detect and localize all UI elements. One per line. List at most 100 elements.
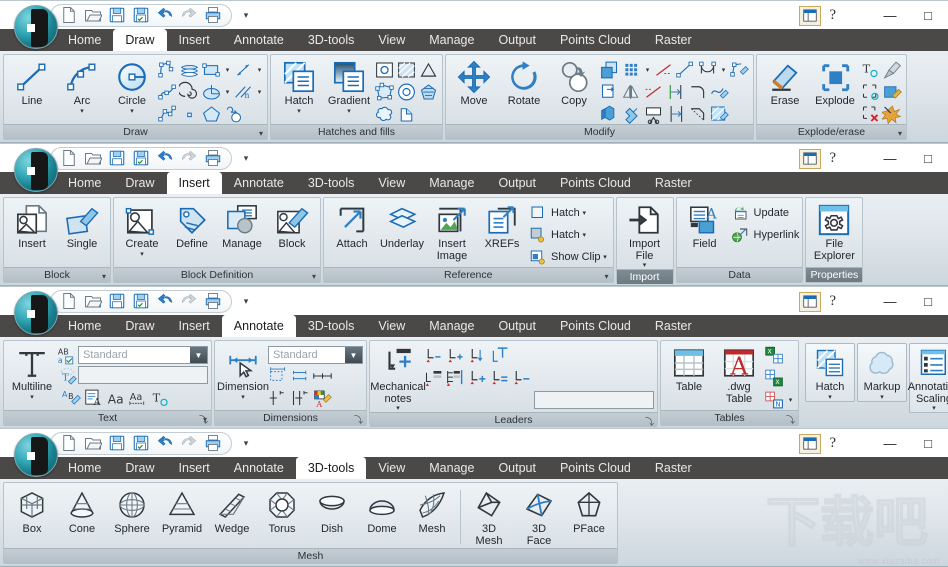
array-icon[interactable]	[621, 59, 642, 80]
style-combobox[interactable]: Standard ▼	[268, 346, 363, 364]
leader-collect-icon[interactable]	[445, 367, 466, 388]
ribbon-button-cone[interactable]: Cone	[57, 486, 107, 536]
chamfer-icon[interactable]	[687, 103, 708, 124]
ribbon-button-field[interactable]: A Field	[680, 201, 730, 251]
baseline-dimension-icon[interactable]	[290, 365, 311, 386]
workspace-icon[interactable]	[799, 433, 822, 454]
purge-icon[interactable]	[882, 59, 903, 80]
chevron-down-icon[interactable]: ▾	[255, 66, 264, 74]
print-icon[interactable]	[201, 5, 225, 26]
new-icon[interactable]	[57, 433, 81, 454]
scale-icon[interactable]	[599, 59, 620, 80]
maximize-button[interactable]: □	[908, 151, 948, 166]
dimension-style-icon[interactable]: A	[312, 387, 333, 408]
tab-view[interactable]: View	[366, 457, 417, 479]
chevron-down-icon[interactable]: ▾	[786, 396, 795, 404]
chevron-down-icon[interactable]: ▾	[102, 269, 106, 284]
style-combobox[interactable]: Standard ▼	[78, 346, 208, 364]
help-button[interactable]: ?	[829, 150, 836, 167]
ribbon-button-pface[interactable]: PFace	[564, 486, 614, 536]
ribbon-button-dish[interactable]: Dish	[307, 486, 357, 536]
lengthen-icon[interactable]	[665, 81, 686, 102]
tab-points-cloud[interactable]: Points Cloud	[548, 315, 643, 337]
chevron-down-icon[interactable]: ▾	[580, 209, 589, 217]
ribbon-button-create[interactable]: Create ▾	[117, 201, 167, 258]
app-logo-icon[interactable]	[14, 148, 58, 192]
tab-3d-tools[interactable]: 3D-tools	[296, 29, 367, 51]
justify-text-icon[interactable]: Aa	[128, 387, 149, 408]
app-logo-icon[interactable]	[14, 433, 58, 477]
tab-view[interactable]: View	[366, 315, 417, 337]
tab-home[interactable]: Home	[56, 315, 113, 337]
ribbon-button-mechanical-notes[interactable]: Mechanical notes ▾	[370, 344, 426, 412]
revision-cloud-icon[interactable]	[223, 103, 244, 124]
tab-points-cloud[interactable]: Points Cloud	[548, 29, 643, 51]
chevron-down-icon[interactable]: ▾	[30, 394, 34, 401]
continue-dimension-icon[interactable]	[312, 365, 333, 386]
labelled-icon-row[interactable]: Hatch ▾	[527, 202, 610, 223]
tab-manage[interactable]: Manage	[417, 315, 486, 337]
ribbon-button-insert-image[interactable]: Insert Image	[427, 201, 477, 262]
chevron-down-icon[interactable]: ▾	[580, 231, 589, 239]
chevron-down-icon[interactable]: ▾	[140, 251, 144, 258]
maximize-button[interactable]: □	[908, 294, 948, 309]
workspace-icon[interactable]	[799, 5, 822, 26]
ribbon-button-wedge[interactable]: Wedge	[207, 486, 257, 536]
workspace-icon[interactable]	[799, 291, 822, 312]
chevron-down-icon[interactable]: ▾	[255, 88, 264, 96]
save-as-icon[interactable]	[129, 291, 153, 312]
chevron-down-icon[interactable]: ▾	[223, 88, 232, 96]
spline-icon[interactable]	[157, 81, 178, 102]
quick-access-overflow-icon[interactable]: ▾	[238, 5, 254, 26]
tab-raster[interactable]: Raster	[643, 457, 704, 479]
extend-icon[interactable]	[643, 81, 664, 102]
spiral-icon[interactable]	[179, 81, 200, 102]
triangle-fill-icon[interactable]	[418, 59, 439, 80]
chevron-down-icon[interactable]: ▾	[719, 66, 728, 74]
chevron-down-icon[interactable]: ▾	[297, 108, 301, 115]
tab-points-cloud[interactable]: Points Cloud	[548, 457, 643, 479]
leader-plus-icon[interactable]	[467, 367, 488, 388]
tab-annotate[interactable]: Annotate	[222, 457, 296, 479]
open-icon[interactable]	[81, 433, 105, 454]
labelled-icon-row[interactable]: Update	[730, 202, 800, 223]
polyline-icon[interactable]	[157, 59, 178, 80]
ribbon-button-sphere[interactable]: Sphere	[107, 486, 157, 536]
ribbon-button-line[interactable]: Line	[7, 58, 57, 108]
stretch-icon[interactable]	[675, 59, 696, 80]
text-style-icon[interactable]: AB	[62, 387, 83, 408]
minimize-button[interactable]: —	[872, 294, 908, 309]
delete-duplicate-icon[interactable]	[860, 103, 881, 124]
3d-move-icon[interactable]	[599, 103, 620, 124]
edit-spline-icon[interactable]	[709, 81, 730, 102]
tab-annotate[interactable]: Annotate	[222, 172, 296, 194]
ribbon-button-dimension[interactable]: Dimension ▾	[217, 344, 269, 401]
scale-text-icon[interactable]: A	[84, 387, 105, 408]
labelled-icon-row[interactable]: Hatch ▾	[527, 224, 610, 245]
construction-line-icon[interactable]: n	[233, 81, 254, 102]
chevron-down-icon[interactable]: ▾	[828, 394, 832, 401]
ribbon-button-gradient[interactable]: Gradient ▾	[324, 58, 374, 115]
ribbon-button-underlay[interactable]: Underlay	[377, 201, 427, 251]
tab-annotate[interactable]: Annotate	[222, 29, 296, 51]
hatch-pattern-icon[interactable]	[396, 59, 417, 80]
text-explode-icon[interactable]: T	[860, 59, 881, 80]
trim-icon[interactable]	[653, 59, 674, 80]
app-logo-icon[interactable]	[14, 5, 58, 49]
undo-icon[interactable]	[153, 433, 177, 454]
fillet-icon[interactable]	[687, 81, 708, 102]
wipeout-icon[interactable]	[396, 103, 417, 124]
tab-raster[interactable]: Raster	[643, 315, 704, 337]
chevron-down-icon[interactable]: ▾	[396, 405, 400, 412]
ribbon-button-attach[interactable]: Attach	[327, 201, 377, 251]
save-as-icon[interactable]	[129, 148, 153, 169]
tab-home[interactable]: Home	[56, 457, 113, 479]
print-icon[interactable]	[201, 433, 225, 454]
boundary-icon[interactable]	[374, 81, 395, 102]
help-button[interactable]: ?	[829, 435, 836, 452]
tab-output[interactable]: Output	[486, 315, 548, 337]
ribbon-button-annotation-scaling[interactable]: Annotation Scaling▾	[908, 343, 948, 413]
edit-attribute-icon[interactable]	[882, 81, 903, 102]
chevron-down-icon[interactable]: ▾	[898, 126, 902, 141]
chevron-down-icon[interactable]: ▾	[605, 269, 609, 284]
